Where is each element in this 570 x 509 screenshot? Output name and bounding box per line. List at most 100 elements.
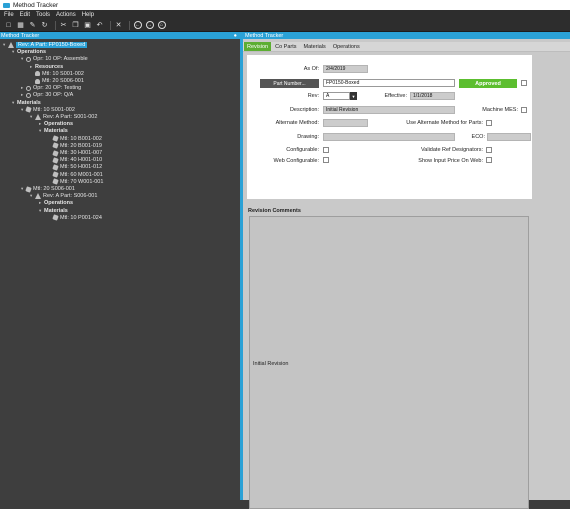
web-configurable-checkbox[interactable] [323,157,329,163]
menu-bar: File Edit Tools Actions Help [0,10,570,19]
refresh-icon[interactable]: ↻ [40,21,49,30]
revision-comments-header: Revision Comments [248,208,301,214]
eco-label: ECO: [471,134,485,140]
tree-node-label: Mtl: 40 H001-010 [60,157,103,164]
revision-icon [35,114,41,120]
tree-node-label: Opr: 10 OP: Assemble [33,56,88,63]
tree-node-label: Operations [17,49,47,56]
part-number-field[interactable]: FP0150-Boxed [323,79,455,87]
configurable-checkbox[interactable] [323,147,329,153]
machine-mes-checkbox[interactable] [521,107,527,113]
machine-mes-label: Machine MES: [482,107,518,113]
tab-bar: Revision Co Parts Materials Operations [243,42,570,52]
part-number-button[interactable]: Part Number... [260,79,319,88]
material-icon [52,214,59,222]
tree-node-label: Mtl: 20 S006-001 [42,78,84,84]
tab-materials[interactable]: Materials [301,42,329,51]
tab-operations[interactable]: Operations [330,42,363,51]
tree-node-label: Mtl: 20 B001-019 [60,142,102,149]
paste-icon[interactable]: ▣ [83,21,92,30]
operation-icon [26,92,31,98]
revision-form: As Of: 2/4/2019 Part Number... FP0150-Bo… [247,55,532,199]
title-bar: Method Tracker [0,0,570,10]
undo-icon[interactable]: ↶ [95,21,104,30]
tab-co-parts[interactable]: Co Parts [272,42,299,51]
operation-icon [26,85,31,91]
resource-icon [35,71,40,77]
tree-node-label: Materials [44,207,68,214]
menu-edit[interactable]: Edit [20,12,30,18]
revision-comments-text: Initial Revision [253,361,289,367]
tree-node-label: Resources [35,63,64,70]
detail-panel: Method Tracker Revision Co Parts Materia… [243,32,570,509]
effective-label: Effective: [384,93,407,99]
use-alt-method-checkbox[interactable] [486,120,492,126]
home-icon[interactable]: ⌂ [157,21,166,30]
drawing-field[interactable] [323,133,455,141]
tree-node-label: Mtl: 10 P001-024 [60,214,102,221]
effective-field[interactable]: 1/1/2018 [410,92,455,100]
description-label: Description: [289,107,319,113]
tree-node-label: Materials [17,99,41,106]
drawing-label: Drawing: [297,134,319,140]
edit-icon[interactable]: ✎ [28,21,37,30]
tree-node-label: Mtl: 10 S001-002 [42,70,84,77]
tree-panel: Method Tracker ● ▾ Rev: A Part: FP0150-Bo… [0,32,240,500]
save-icon[interactable]: ▦ [16,21,25,30]
configurable-label: Configurable: [286,147,319,153]
tree-node-label: Operations [44,200,74,207]
tree-node[interactable]: Mtl: 10 P001-024 [48,214,102,222]
as-of-label: As Of: [303,66,319,72]
tree-node-label: Rev: A Part: FP0150-Boxed [16,42,88,48]
approved-button[interactable]: Approved [459,79,517,88]
alternate-method-field[interactable] [323,119,368,127]
eco-field[interactable] [487,133,531,141]
window-title: Method Tracker [13,1,59,9]
toolbar-separator [129,20,130,30]
revision-icon [35,193,41,200]
tree-node-label: Mtl: 10 S001-002 [33,106,75,113]
tree-node-label: Mtl: 10 B001-002 [60,135,102,142]
rev-label: Rev: [307,93,319,99]
tree-node-label: Operations [44,121,74,128]
toolbar: □ ▦ ✎ ↻ ✂ ❐ ▣ ↶ ✕ ← → ⌂ [0,19,570,32]
tree-node-label: Mtl: 60 M001-001 [60,171,103,178]
pin-icon[interactable]: ● [234,33,237,39]
forward-icon[interactable]: → [145,21,154,30]
menu-tools[interactable]: Tools [36,12,50,18]
as-of-field[interactable]: 2/4/2019 [323,65,368,73]
use-alt-method-label: Use Alternate Method for Parts: [406,120,483,126]
rev-field[interactable]: A [323,92,350,100]
tree-node-label: Materials [44,128,68,135]
menu-file[interactable]: File [4,12,14,18]
new-icon[interactable]: □ [4,21,13,30]
cut-icon[interactable]: ✂ [59,21,68,30]
web-configurable-label: Web Configurable: [273,158,319,164]
back-icon[interactable]: ← [133,21,142,30]
copy-icon[interactable]: ❐ [71,21,80,30]
approved-checkbox[interactable] [521,80,527,86]
description-field[interactable]: Initial Revision [323,106,455,114]
app-icon [3,2,10,8]
validate-ref-label: Validate Ref Designators: [421,147,483,153]
show-input-price-checkbox[interactable] [486,157,492,163]
toolbar-separator [55,20,56,30]
tree-panel-title: Method Tracker [1,32,40,39]
validate-ref-checkbox[interactable] [486,147,492,153]
revision-icon [8,42,14,48]
resource-icon [35,78,40,84]
tree-node-label: Rev: A Part: S006-001 [43,193,98,200]
tree-node-label: Opr: 30 OP: Q/A [33,92,74,99]
menu-help[interactable]: Help [82,12,94,18]
show-input-price-label: Show Input Price On Web: [418,158,483,164]
tree-node-label: Opr: 20 OP: Testing [33,85,82,92]
delete-icon[interactable]: ✕ [114,21,123,30]
tab-revision[interactable]: Revision [244,42,272,51]
chevron-down-icon[interactable]: ▼ [350,92,357,100]
menu-actions[interactable]: Actions [56,12,76,18]
tree-node-label: Mtl: 20 S006-001 [33,186,75,192]
tree-node-label: Mtl: 70 W001-001 [60,178,104,185]
tree-node-label: Mtl: 30 H001-007 [60,150,103,156]
revision-comments-box[interactable]: Initial Revision [249,216,529,509]
detail-panel-header: Method Tracker [243,32,570,39]
